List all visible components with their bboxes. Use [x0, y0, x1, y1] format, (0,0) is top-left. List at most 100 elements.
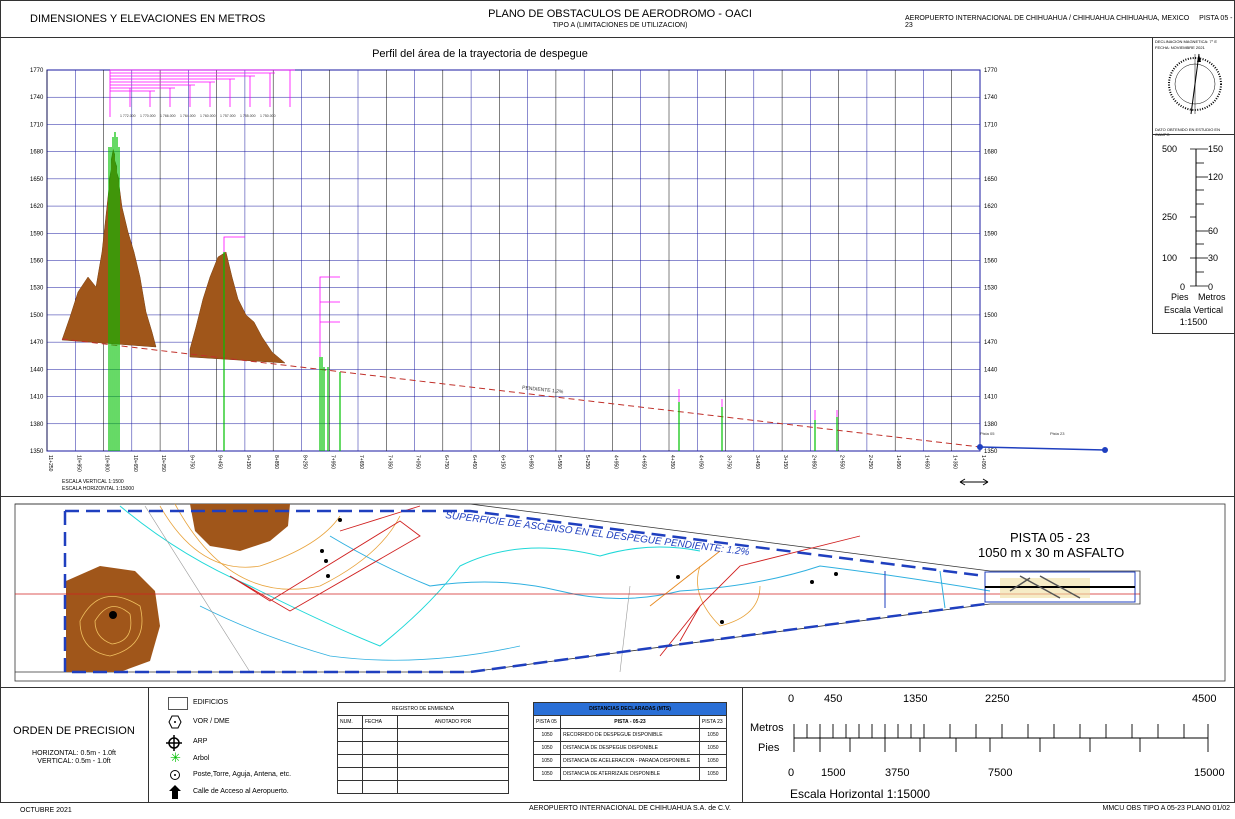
vor-icon [168, 715, 182, 729]
x-tick-label: 6+450 [471, 455, 477, 469]
x-tick-label: 4+050 [697, 455, 703, 469]
y-tick-label: 1500 [30, 313, 44, 319]
x-tick-label: 8+850 [273, 455, 279, 469]
y-tick-label: 1530 [984, 286, 998, 292]
footer-code: MMCU OBS TIPO A 05-23 PLANO 01/02 [1102, 805, 1230, 812]
pole-icon [170, 770, 180, 780]
obstacle-label-row: 1 772.000 1 770.000 1 766.000 1 764.000 1 76… [120, 114, 276, 118]
vscale-right-30: 30 [1208, 253, 1219, 263]
y-tick-label: 1770 [30, 68, 44, 74]
legend-buildings: EDIFICIOS [193, 699, 229, 706]
x-tick-label: 4+950 [612, 455, 618, 469]
y-tick-label: 1590 [30, 231, 44, 237]
vscale-unit-right: Metros [1198, 292, 1226, 302]
compass-text-2: FECHA: NOVIEMBRE 2021 [1155, 45, 1205, 50]
registry-title: REGISTRO DE ENMIENDA [337, 702, 509, 716]
x-tick-label: 2+550 [839, 455, 845, 469]
x-tick-label: 7+650 [358, 455, 364, 469]
cell: 1050 [532, 767, 562, 781]
x-tick-label: 11+250 [47, 455, 53, 472]
distances-head-23: PISTA 23 [698, 715, 728, 729]
legend-tree: Arbol [193, 755, 210, 762]
x-tick-label: 8+250 [301, 455, 307, 469]
obstacle-label: 1 760.000 [200, 114, 216, 118]
x-tick-label: 10+650 [132, 455, 138, 472]
x-tick-label: 7+350 [386, 455, 392, 469]
cell: 1050 [698, 741, 728, 755]
slope-label: PENDIENTE 1.2% [522, 385, 564, 395]
y-tick-label: 1440 [984, 367, 998, 373]
runway-profile [979, 446, 1106, 451]
header-subtitle: TIPO A (LIMITACIONES DE UTILIZACION) [552, 22, 688, 29]
y-tick-label: 1650 [984, 177, 998, 183]
distances-head-05: PISTA 05 [532, 715, 562, 729]
vscale-left-500: 500 [1162, 144, 1178, 154]
scale-horizontal-note: ESCALA HORIZONTAL 1:15000 [62, 486, 134, 492]
vscale-unit-left: Pies [1171, 292, 1189, 302]
x-tick-label: 9+750 [188, 455, 194, 469]
y-tick-label: 1560 [30, 259, 44, 265]
registry-table: REGISTRO DE ENMIENDA NUM. FECHA ANOTADO … [337, 702, 509, 794]
terrain-mass-2 [189, 251, 286, 364]
arp-icon [166, 735, 182, 751]
distances-row: 1050 DISTANCIA DE ATERRIZAJE DISPONIBLE 10… [532, 767, 728, 781]
scroll-arrow-icon [959, 478, 989, 486]
runway-dims: 1050 m x 30 m ASFALTO [978, 545, 1125, 560]
x-tick-label: 5+250 [584, 455, 590, 469]
hscale-top-0: 0 [788, 693, 795, 705]
registry-col-by: ANOTADO POR [397, 715, 509, 729]
hscale-bot-3750: 3750 [885, 767, 910, 779]
hscale-title: Escala Horizontal 1:15000 [790, 787, 931, 801]
header-airport: AEROPUERTO INTERNACIONAL DE CHIHUAHUA / … [905, 15, 1190, 22]
cell: 1050 [532, 754, 562, 768]
x-tick-label: 9+150 [245, 455, 251, 469]
y-tick-label: 1410 [984, 395, 998, 401]
obstacle-label: 1 755.000 [240, 114, 256, 118]
runway-label-23: Pista 23 [1050, 431, 1065, 436]
vscale-right-120: 120 [1208, 172, 1224, 182]
vscale-title: Escala Vertical [1163, 305, 1224, 315]
hscale-top-4500: 4500 [1192, 693, 1217, 705]
footer-company: AEROPUERTO INTERNACIONAL DE CHIHUAHUA S.… [529, 805, 731, 812]
x-tick-label: 4+350 [669, 455, 675, 469]
hscale-top-2250: 2250 [985, 693, 1010, 705]
obstacle-label: 1 750.000 [260, 114, 276, 118]
legend-arp: ARP [193, 738, 208, 745]
obstacle-label: 1 772.000 [120, 114, 136, 118]
distances-row: 1050 RECORRIDO DE DESPEGUE DISPONIBLE 1050 [532, 728, 728, 742]
x-tick-label: 10+800 [104, 455, 110, 472]
hscale-bot-0: 0 [788, 767, 795, 779]
x-tick-label: 2+250 [867, 455, 873, 469]
y-tick-label: 1680 [984, 150, 998, 156]
x-tick-label: 10+050 [160, 455, 166, 472]
y-tick-label: 1440 [30, 367, 44, 373]
y-tick-label: 1350 [30, 449, 44, 455]
x-tick-label: 3+150 [782, 455, 788, 469]
y-tick-label: 1470 [30, 340, 44, 346]
vscale-right-0: 0 [1208, 282, 1214, 292]
y-tick-label: 1620 [30, 204, 44, 210]
y-tick-label: 1470 [984, 340, 998, 346]
runway-title: PISTA 05 - 23 [1010, 530, 1090, 545]
cell: RECORRIDO DE DESPEGUE DISPONIBLE [560, 728, 700, 742]
x-tick-label: 3+750 [726, 455, 732, 469]
footer-date: OCTUBRE 2021 [20, 807, 72, 814]
cell: 1050 [698, 767, 728, 781]
cell: 1050 [532, 728, 562, 742]
compass-text-1: DECLINACION MAGNETICA: 7° E [1155, 39, 1218, 44]
obstacle-label: 1 766.000 [160, 114, 176, 118]
header-left: DIMENSIONES Y ELEVACIONES EN METROS [30, 13, 266, 25]
x-tick-label: 1+050 [980, 455, 986, 469]
distances-row: 1050 DISTANCIA DE DESPEGUE DISPONIBLE 1050 [532, 741, 728, 755]
y-tick-label: 1380 [984, 422, 998, 428]
hscale-top-450: 450 [824, 693, 843, 705]
x-tick-label: 5+550 [556, 455, 562, 469]
vscale-left-250: 250 [1162, 212, 1178, 222]
header-right: AEROPUERTO INTERNACIONAL DE CHIHUAHUA / … [905, 15, 1235, 29]
distances-table: DISTANCIAS DECLARADAS (MTS) PISTA 05 PIS… [532, 702, 728, 781]
y-tick-label: 1410 [30, 395, 44, 401]
distances-title: DISTANCIAS DECLARADAS (MTS) [533, 702, 727, 716]
vscale-left-100: 100 [1162, 253, 1178, 263]
y-tick-label: 1500 [984, 313, 998, 319]
distances-row: 1050 DISTANCIA DE ACELERACION - PARADA DI… [532, 754, 728, 768]
